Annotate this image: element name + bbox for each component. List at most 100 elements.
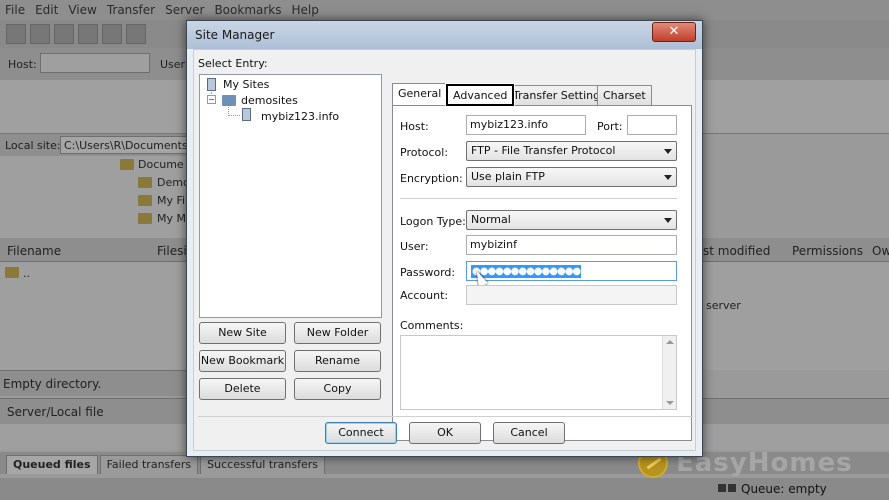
new-bookmark-button[interactable]: New Bookmark [199,350,286,372]
menu-server[interactable]: Server [160,3,209,17]
tree-node-demosites[interactable]: demosites [241,94,298,107]
encryption-select[interactable]: Use plain FTP [466,167,677,187]
tab-successful-transfers[interactable]: Successful transfers [200,455,326,474]
site-manager-icon[interactable] [6,24,26,44]
protocol-value: FTP - File Transfer Protocol [471,144,616,157]
menu-bar: File Edit View Transfer Server Bookmarks… [0,0,889,20]
footer-divider [198,416,693,417]
tab-general[interactable]: General [392,83,448,105]
user-label: User: [400,240,429,253]
local-tree: Docume Demo My Fi My M [0,156,190,238]
comments-textarea[interactable] [400,335,677,410]
folder-icon [5,267,19,278]
folder-icon [138,195,152,206]
menu-view[interactable]: View [63,3,101,17]
new-folder-button[interactable]: New Folder [294,322,381,344]
column-filesize[interactable]: Filesi [157,244,187,258]
tab-advanced[interactable]: Advanced [446,84,515,106]
select-entry-label: Select Entry: [198,57,268,70]
user-input[interactable]: mybizinf [466,235,677,255]
encryption-value: Use plain FTP [471,170,545,183]
tree-connector [228,115,240,116]
local-site-path[interactable]: C:\Users\R\Documents\W [60,136,190,154]
menu-bookmarks[interactable]: Bookmarks [209,3,286,17]
column-permissions[interactable]: Permissions [792,244,863,258]
account-input[interactable] [466,285,677,305]
column-filename[interactable]: Filename [7,244,61,258]
log-toggle-icon[interactable] [30,24,50,44]
folder-icon [222,95,236,106]
local-site-label: Local site: [5,139,61,152]
dialog-title: Site Manager [195,28,275,42]
protocol-label: Protocol: [400,146,449,159]
comments-scrollbar[interactable] [662,336,676,409]
menu-edit[interactable]: Edit [30,3,63,17]
queue-column-server-local[interactable]: Server/Local file [7,405,104,419]
general-tab-panel: Host: mybiz123.info Port: Protocol: FTP … [392,105,692,441]
local-site-bar: Local site: C:\Users\R\Documents\W [0,134,190,156]
port-input[interactable] [627,115,677,135]
rename-button[interactable]: Rename [294,350,381,372]
site-tree[interactable]: My Sites − demosites mybiz123.info [199,74,382,318]
site-manager-dialog: Site Manager ✕ Select Entry: My Sites − … [186,20,703,457]
encryption-label: Encryption: [400,172,463,185]
folder-icon [138,177,152,188]
local-status-text: Empty directory. [3,377,102,391]
menu-file[interactable]: File [0,3,30,17]
tree-toggle-icon[interactable] [54,24,74,44]
tab-queued-files[interactable]: Queued files [6,455,98,474]
tab-failed-transfers[interactable]: Failed transfers [99,455,199,474]
password-label: Password: [400,266,456,279]
status-bar: Queue: empty [0,478,889,500]
close-button[interactable]: ✕ [652,22,696,42]
local-status: Empty directory. [0,370,186,396]
chevron-down-icon [664,149,672,154]
status-light-icon [718,484,726,492]
logon-type-value: Normal [471,213,511,226]
protocol-select[interactable]: FTP - File Transfer Protocol [466,141,677,161]
host-input[interactable]: mybiz123.info [466,115,586,135]
host-label: Host: [400,120,429,133]
password-value: ●●●●●●●●●●●●●● [471,265,581,278]
comments-label: Comments: [400,319,464,332]
tree-item[interactable]: My Fi [157,194,185,207]
menu-help[interactable]: Help [287,3,324,17]
cancel-button[interactable]: Cancel [493,422,565,444]
dialog-body: Select Entry: My Sites − demosites mybiz… [193,49,696,451]
logon-type-select[interactable]: Normal [466,210,677,230]
ok-button[interactable]: OK [409,422,481,444]
divider [400,198,677,199]
chevron-down-icon [664,175,672,180]
tree-item[interactable]: Docume [138,158,184,171]
column-owner[interactable]: Ow [872,244,889,258]
connect-button[interactable]: Connect [325,422,397,444]
tree-item[interactable]: My M [157,212,186,225]
column-last-modified[interactable]: st modified [703,244,770,258]
logon-type-label: Logon Type: [400,215,466,228]
user-label: User [160,58,186,71]
refresh-icon[interactable] [126,24,146,44]
server-icon [242,108,251,121]
password-input[interactable]: ●●●●●●●●●●●●●● [466,261,677,281]
tree-node-my-sites[interactable]: My Sites [223,78,269,91]
folder-icon [120,159,134,170]
menu-transfer[interactable]: Transfer [102,3,160,17]
copy-button[interactable]: Copy [294,378,381,400]
host-label: Host: [8,58,37,71]
tree-item[interactable]: Demo [157,176,190,189]
port-label: Port: [597,120,623,133]
new-site-button[interactable]: New Site [199,322,286,344]
tree-node-mybiz123[interactable]: mybiz123.info [261,110,339,123]
account-label: Account: [400,289,449,302]
queue-toggle-icon[interactable] [102,24,122,44]
collapse-icon[interactable]: − [207,95,216,104]
queue-status: Queue: empty [741,482,827,496]
delete-button[interactable]: Delete [199,378,286,400]
chevron-down-icon [664,218,672,223]
quickconnect-host-input[interactable] [40,53,150,73]
parent-dir-row[interactable]: .. [23,267,30,280]
remote-tree-icon[interactable] [78,24,98,44]
tab-charset[interactable]: Charset [597,85,652,105]
computer-icon [207,78,216,91]
status-light-icon [728,484,736,492]
